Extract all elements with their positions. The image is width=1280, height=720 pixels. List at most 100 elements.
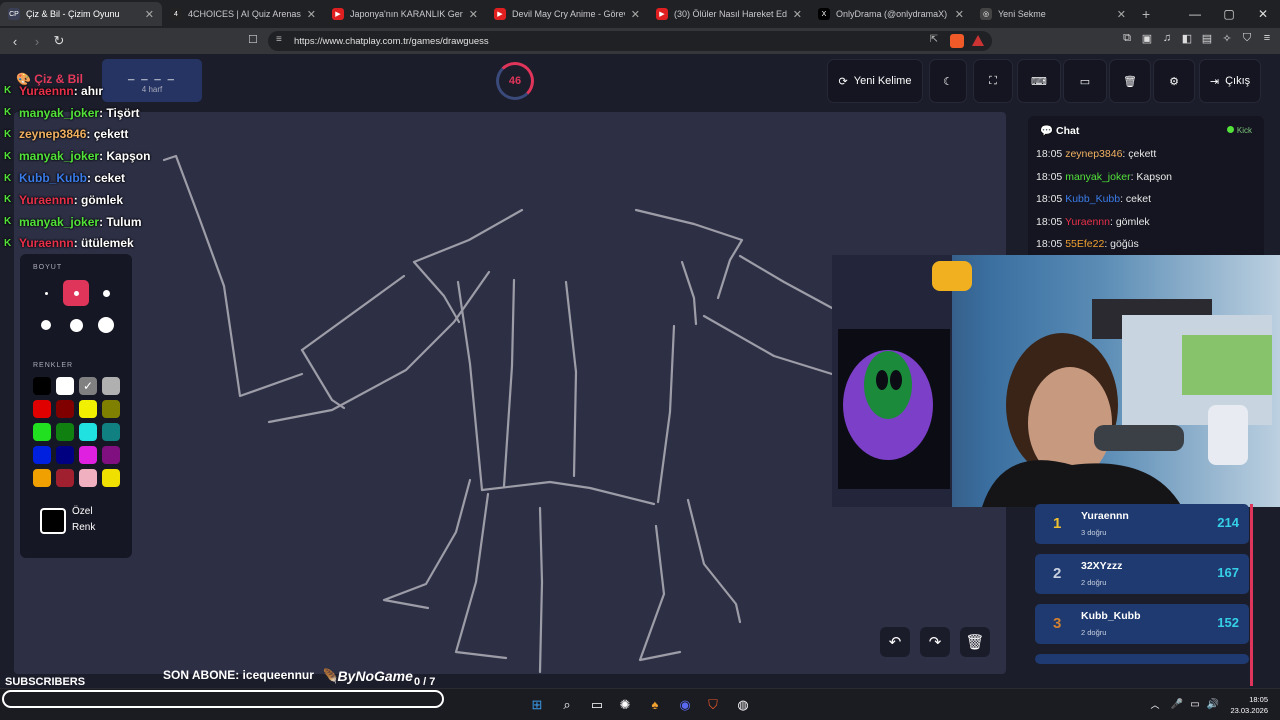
site-settings-icon[interactable]: ≡ bbox=[276, 34, 282, 45]
browser-tab[interactable]: ▶ (30) Ölüler Nasıl Hareket Ediyor? - Yo ✕ bbox=[648, 2, 810, 26]
undo-button[interactable]: ↶ bbox=[880, 627, 910, 657]
close-tab-icon[interactable]: ✕ bbox=[307, 8, 316, 21]
browser-tab[interactable]: 4 4CHOICES | AI Quiz Arenası ve Gerçek ✕ bbox=[162, 2, 324, 26]
close-tab-icon[interactable]: ✕ bbox=[793, 8, 802, 21]
back-button[interactable]: ‹ bbox=[4, 34, 26, 49]
color-swatch[interactable] bbox=[102, 446, 120, 464]
color-swatch[interactable] bbox=[56, 400, 74, 418]
color-swatch[interactable] bbox=[102, 400, 120, 418]
redo-button[interactable]: ↷ bbox=[920, 627, 950, 657]
chatgpt-icon[interactable]: ✺ bbox=[616, 696, 634, 714]
brand-logo-text: ByNoGame bbox=[337, 668, 413, 684]
new-tab-button[interactable]: + bbox=[1142, 6, 1150, 22]
color-swatch[interactable] bbox=[79, 446, 97, 464]
tab-favicon-icon: ▶ bbox=[332, 8, 344, 20]
mic-icon[interactable]: 🎤 bbox=[1168, 696, 1186, 714]
color-swatch[interactable] bbox=[79, 400, 97, 418]
sidebar-icon[interactable]: ◧ bbox=[1180, 32, 1194, 48]
leo-icon[interactable]: ✧ bbox=[1220, 32, 1234, 48]
reload-button[interactable]: ↻ bbox=[48, 33, 70, 49]
close-tab-icon[interactable]: ✕ bbox=[631, 8, 640, 21]
close-tab-icon[interactable]: ✕ bbox=[145, 8, 154, 21]
color-swatch[interactable] bbox=[33, 423, 51, 441]
extension-icon[interactable]: ⧉ bbox=[1120, 32, 1134, 48]
custom-color-swatch[interactable] bbox=[40, 508, 66, 534]
brush-size-2[interactable] bbox=[63, 280, 89, 306]
close-window-button[interactable]: ✕ bbox=[1246, 0, 1280, 28]
color-swatch[interactable] bbox=[33, 469, 51, 487]
tray-chevron-icon[interactable]: ︿ bbox=[1146, 696, 1164, 714]
brush-size-4[interactable] bbox=[33, 312, 59, 338]
overlay-chat-user: zeynep3846 bbox=[19, 127, 87, 142]
trash-icon: 🗑 bbox=[965, 634, 985, 651]
color-swatch[interactable] bbox=[102, 469, 120, 487]
brave-icon[interactable]: ⛉ bbox=[704, 696, 722, 714]
exit-icon: ⇥ bbox=[1209, 75, 1220, 88]
exit-button[interactable]: ⇥ Çıkış bbox=[1199, 59, 1261, 103]
color-swatch[interactable] bbox=[56, 469, 74, 487]
color-swatch[interactable] bbox=[79, 423, 97, 441]
file-explorer-icon[interactable]: ▭ bbox=[588, 696, 606, 714]
brave-rewards-icon[interactable] bbox=[972, 35, 984, 46]
share-icon[interactable]: ⇱ bbox=[930, 34, 938, 45]
leaderboard-scrollbar[interactable] bbox=[1250, 504, 1253, 686]
system-clock[interactable]: 18:05 23.03.2026 bbox=[1230, 694, 1268, 716]
brush-size-1[interactable] bbox=[33, 280, 59, 306]
color-swatch[interactable]: ✓ bbox=[79, 377, 97, 395]
refresh-icon: ⟳ bbox=[838, 75, 848, 88]
fullscreen-button[interactable]: ⛶ bbox=[973, 59, 1013, 103]
volume-icon[interactable]: 🔊 bbox=[1204, 696, 1222, 714]
custom-color-label[interactable]: Özel Renk bbox=[72, 504, 95, 536]
network-icon[interactable]: ▭ bbox=[1186, 696, 1204, 714]
color-swatch[interactable] bbox=[33, 377, 51, 395]
archive-button[interactable]: ▭ bbox=[1063, 59, 1107, 103]
brush-size-6[interactable] bbox=[93, 312, 119, 338]
browser-tab[interactable]: ▶ Devil May Cry Anime - Görev 11: Gö ✕ bbox=[486, 2, 648, 26]
forward-button[interactable]: › bbox=[26, 34, 48, 49]
overlay-chat-row: K Yuraennn: ütülemek bbox=[0, 233, 150, 255]
delete-canvas-button[interactable]: 🗑 bbox=[960, 627, 990, 657]
new-word-button[interactable]: ⟳ Yeni Kelime bbox=[827, 59, 923, 103]
color-swatch[interactable] bbox=[56, 377, 74, 395]
menu-icon[interactable]: ≡ bbox=[1260, 32, 1274, 48]
browser-tab[interactable]: X OnlyDrama (@onlydramaX) / X ✕ bbox=[810, 2, 972, 26]
minimize-button[interactable]: — bbox=[1178, 0, 1212, 28]
color-swatch[interactable] bbox=[56, 446, 74, 464]
brave-shield-icon[interactable] bbox=[950, 34, 964, 48]
url-bar[interactable]: ≡ https://www.chatplay.com.tr/games/draw… bbox=[268, 31, 992, 51]
discord-icon[interactable]: ◉ bbox=[676, 696, 694, 714]
clear-button[interactable]: 🗑 bbox=[1109, 59, 1151, 103]
brush-size-3[interactable] bbox=[93, 280, 119, 306]
close-tab-icon[interactable]: ✕ bbox=[1117, 8, 1126, 21]
screenshot-icon[interactable]: ▣ bbox=[1140, 32, 1154, 48]
correct-count: 2 doğru bbox=[1081, 628, 1107, 637]
search-icon[interactable]: ⌕ bbox=[558, 696, 576, 714]
obs-icon[interactable]: ◍ bbox=[734, 696, 752, 714]
webcam-feed bbox=[832, 255, 1280, 507]
settings-button[interactable]: ⚙ bbox=[1153, 59, 1195, 103]
color-swatch[interactable] bbox=[56, 423, 74, 441]
keyboard-button[interactable]: ⌨ bbox=[1017, 59, 1061, 103]
brush-size-5[interactable] bbox=[63, 312, 89, 338]
check-icon: ✓ bbox=[82, 379, 94, 393]
browser-tab[interactable]: CP Çiz & Bil - Çizim Oyunu ✕ bbox=[0, 2, 162, 26]
media-icon[interactable]: ♫ bbox=[1160, 32, 1174, 48]
color-swatch[interactable] bbox=[102, 423, 120, 441]
color-swatch[interactable] bbox=[33, 400, 51, 418]
color-swatch[interactable] bbox=[102, 377, 120, 395]
app-icon[interactable]: ♠ bbox=[646, 696, 664, 714]
wallet-icon[interactable]: ▤ bbox=[1200, 32, 1214, 48]
bookmark-icon[interactable]: ☐ bbox=[248, 33, 258, 46]
browser-tab[interactable]: ▶ Japonya'nın KARANLIK Gerçeği: Ned ✕ bbox=[324, 2, 486, 26]
color-swatch[interactable] bbox=[79, 469, 97, 487]
close-tab-icon[interactable]: ✕ bbox=[469, 8, 478, 21]
close-tab-icon[interactable]: ✕ bbox=[955, 8, 964, 21]
browser-tab[interactable]: ◎ Yeni Sekme ✕ bbox=[972, 2, 1134, 26]
clock-date: 23.03.2026 bbox=[1230, 706, 1268, 715]
dark-mode-button[interactable]: ☾ bbox=[929, 59, 967, 103]
maximize-button[interactable]: ▢ bbox=[1212, 0, 1246, 28]
vpn-icon[interactable]: ⛉ bbox=[1240, 32, 1254, 48]
color-swatch[interactable] bbox=[33, 446, 51, 464]
start-icon[interactable]: ⊞ bbox=[528, 696, 546, 714]
chat-icon: 💬 bbox=[1040, 125, 1054, 137]
